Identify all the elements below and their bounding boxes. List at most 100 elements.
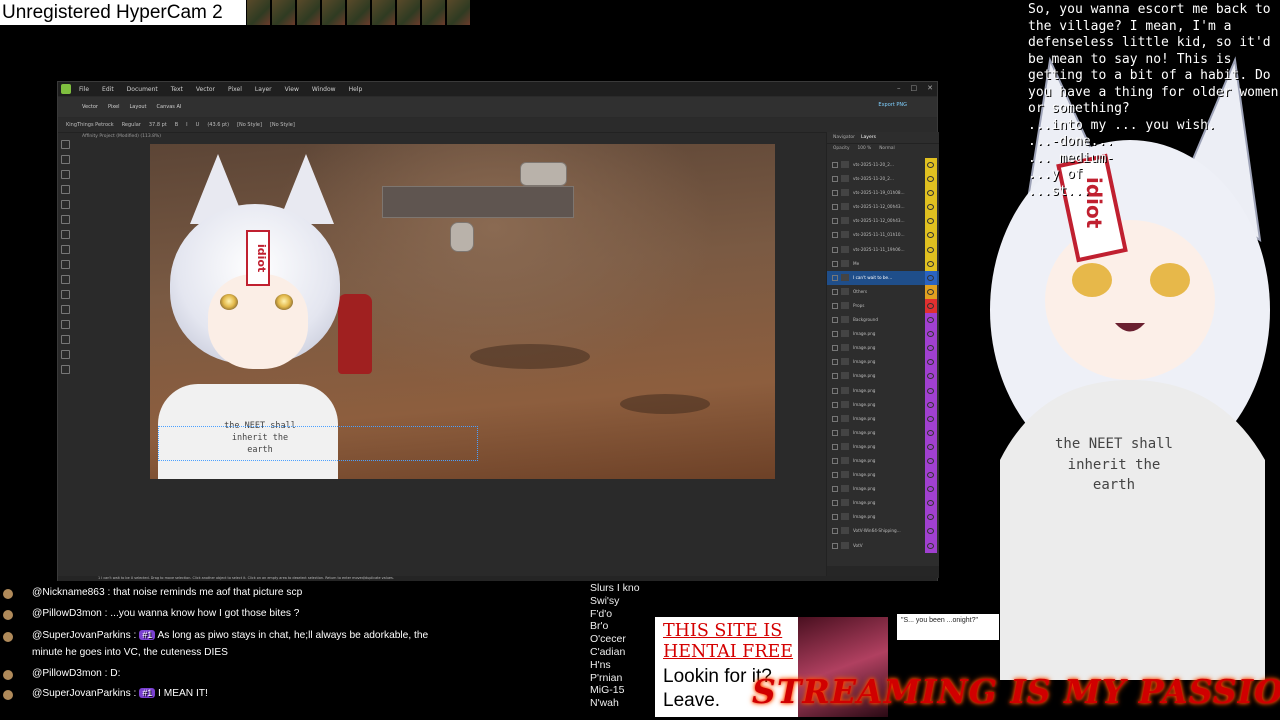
document-tab[interactable]: Affinity Project (Modified) (113.8%): [82, 134, 161, 139]
layer-row[interactable]: vts-2025-11-20_2...: [827, 172, 939, 187]
layer-expand-icon[interactable]: [832, 387, 838, 394]
color-swatch-icon[interactable]: [60, 365, 70, 374]
layer-row[interactable]: vts-2025-11-12_00h43...: [827, 214, 939, 229]
ellipse-tool-icon[interactable]: [60, 275, 70, 284]
menu-edit[interactable]: Edit: [102, 86, 114, 93]
layer-expand-icon[interactable]: [832, 443, 838, 450]
character-style-select[interactable]: [No Style]: [270, 122, 295, 128]
menu-layer[interactable]: Layer: [255, 86, 272, 93]
layer-row[interactable]: Props: [827, 298, 939, 314]
visibility-icon[interactable]: [927, 457, 934, 464]
layer-row[interactable]: Image.png: [827, 482, 939, 497]
layer-row[interactable]: Image.png: [827, 327, 939, 342]
hand-tool-icon[interactable]: [60, 335, 70, 344]
pencil-tool-icon[interactable]: [60, 215, 70, 224]
paragraph-style-select[interactable]: [No Style]: [237, 122, 262, 128]
layer-expand-icon[interactable]: [832, 514, 838, 521]
maximize-icon[interactable]: □: [911, 84, 918, 92]
menu-file[interactable]: File: [79, 86, 89, 93]
node-tool-icon[interactable]: [60, 155, 70, 164]
zoom-tool-icon[interactable]: [60, 350, 70, 359]
visibility-icon[interactable]: [927, 274, 934, 281]
layer-row[interactable]: vts-2025-11-11_01h10...: [827, 228, 939, 243]
frame-text-tool-icon[interactable]: [60, 185, 70, 194]
layer-row[interactable]: Image.png: [827, 369, 939, 384]
document-canvas[interactable]: idiot the NEET shall inherit the earth: [150, 144, 775, 479]
layer-row[interactable]: Image.png: [827, 453, 939, 469]
layer-expand-icon[interactable]: [832, 528, 838, 535]
crop-tool-icon[interactable]: [60, 290, 70, 299]
layer-row[interactable]: Image.png: [827, 397, 939, 412]
fill-tool-icon[interactable]: [60, 245, 70, 254]
persona-vector[interactable]: Vector: [82, 104, 98, 110]
opacity-field[interactable]: 100 %: [858, 146, 872, 151]
font-weight-select[interactable]: Regular: [122, 122, 141, 128]
layer-expand-icon[interactable]: [832, 317, 838, 324]
layer-expand-icon[interactable]: [832, 542, 838, 549]
tab-layers[interactable]: Layers: [861, 135, 876, 140]
menu-vector[interactable]: Vector: [196, 86, 215, 93]
layer-row[interactable]: Others: [827, 284, 939, 299]
layer-expand-icon[interactable]: [832, 246, 838, 253]
visibility-icon[interactable]: [927, 387, 934, 394]
layer-expand-icon[interactable]: [832, 472, 838, 479]
export-png-button[interactable]: Export PNG: [878, 102, 907, 108]
layer-expand-icon[interactable]: [832, 190, 838, 197]
place-tool-icon[interactable]: [60, 305, 70, 314]
menu-pixel[interactable]: Pixel: [228, 86, 242, 93]
visibility-icon[interactable]: [927, 162, 934, 168]
layer-row[interactable]: Image.png: [827, 355, 939, 370]
layer-expand-icon[interactable]: [832, 288, 838, 295]
blend-mode-select[interactable]: Normal: [879, 146, 895, 151]
persona-layout[interactable]: Layout: [130, 104, 147, 110]
tab-navigator[interactable]: Navigator: [833, 135, 855, 140]
visibility-icon[interactable]: [927, 401, 934, 408]
layer-row[interactable]: vts-2025-11-11_19h06...: [827, 242, 939, 257]
menu-text[interactable]: Text: [171, 86, 183, 93]
layer-expand-icon[interactable]: [832, 486, 838, 493]
layer-expand-icon[interactable]: [832, 204, 838, 211]
layer-expand-icon[interactable]: [832, 457, 838, 464]
persona-canvas-ai[interactable]: Canvas AI: [157, 104, 182, 110]
layer-row[interactable]: Image.png: [827, 383, 939, 398]
layer-expand-icon[interactable]: [832, 331, 838, 338]
layer-expand-icon[interactable]: [832, 162, 838, 168]
italic-button[interactable]: I: [186, 122, 187, 128]
layer-row[interactable]: I can't wait to be...: [827, 270, 939, 285]
layer-expand-icon[interactable]: [832, 176, 838, 183]
layer-row[interactable]: Image.png: [827, 341, 939, 356]
font-size-field[interactable]: 37.8 pt: [149, 122, 167, 128]
visibility-icon[interactable]: [927, 260, 934, 267]
layer-expand-icon[interactable]: [832, 274, 838, 281]
font-family-select[interactable]: KingThings Petrock: [66, 122, 114, 128]
layer-expand-icon[interactable]: [832, 500, 838, 507]
layer-expand-icon[interactable]: [832, 260, 838, 267]
layer-row[interactable]: VotV: [827, 538, 939, 553]
visibility-icon[interactable]: [927, 415, 934, 422]
layer-expand-icon[interactable]: [832, 373, 838, 380]
brush-tool-icon[interactable]: [60, 230, 70, 239]
visibility-icon[interactable]: [927, 429, 934, 436]
selection-box[interactable]: [158, 426, 478, 461]
pen-tool-icon[interactable]: [60, 200, 70, 209]
menu-window[interactable]: Window: [312, 86, 336, 93]
rectangle-tool-icon[interactable]: [60, 260, 70, 269]
layer-expand-icon[interactable]: [832, 302, 838, 309]
layer-row[interactable]: VotV-Win64-Shipping...: [827, 524, 939, 539]
bold-button[interactable]: B: [175, 122, 178, 128]
visibility-icon[interactable]: [927, 302, 934, 309]
layer-row[interactable]: Image.png: [827, 468, 939, 483]
layer-expand-icon[interactable]: [832, 429, 838, 436]
visibility-icon[interactable]: [927, 288, 934, 295]
menu-help[interactable]: Help: [349, 86, 363, 93]
layer-row[interactable]: Image.png: [827, 496, 939, 511]
layer-row[interactable]: Image.png: [827, 425, 939, 440]
artboard-tool-icon[interactable]: [60, 170, 70, 179]
visibility-icon[interactable]: [927, 246, 934, 253]
layer-row[interactable]: Image.png: [827, 439, 939, 454]
visibility-icon[interactable]: [927, 443, 934, 450]
close-icon[interactable]: ✕: [927, 84, 933, 92]
underline-button[interactable]: U: [196, 122, 200, 128]
visibility-icon[interactable]: [927, 317, 934, 324]
layer-row[interactable]: vts-2025-11-12_00h43...: [827, 200, 939, 215]
